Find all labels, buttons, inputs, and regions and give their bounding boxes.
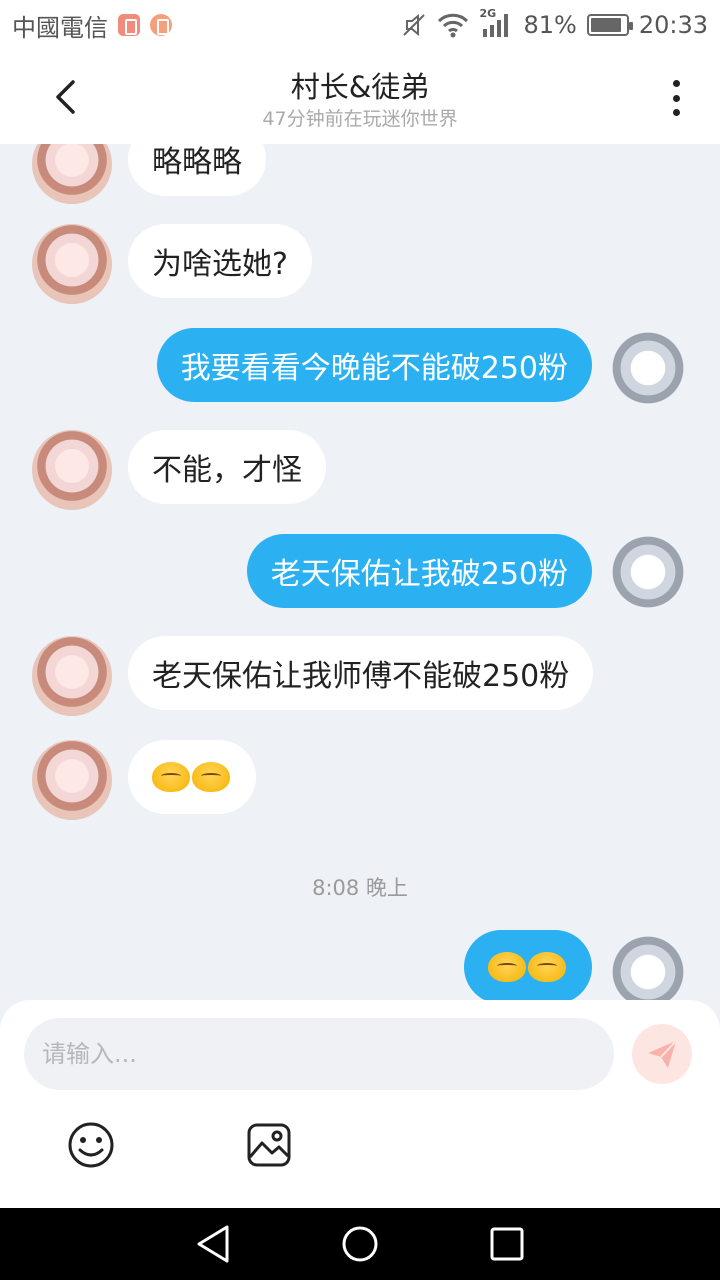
nav-recents-icon [490, 1227, 524, 1261]
message-input[interactable] [24, 1018, 614, 1090]
system-nav-bar [0, 1208, 720, 1280]
status-bar: 中國電信 2G 81% 20:33 [0, 0, 720, 50]
more-dot [672, 94, 680, 102]
send-button[interactable] [632, 1024, 692, 1084]
network-type: 2G [479, 7, 497, 20]
image-button[interactable] [246, 1122, 292, 1168]
contact-avatar[interactable] [32, 430, 112, 510]
message-bubble-received [128, 740, 256, 814]
nav-back-icon [197, 1225, 229, 1263]
battery-icon [586, 14, 633, 36]
pray-emoji-icon [192, 762, 230, 792]
notification-icon [118, 14, 140, 36]
angry-emoji-icon [528, 952, 566, 982]
contact-avatar[interactable] [32, 740, 112, 820]
status-left: 中國電信 [12, 8, 172, 43]
message-bubble-sent: 我要看看今晚能不能破250粉 [156, 328, 592, 402]
message-bubble-received: 不能，才怪 [128, 430, 326, 504]
message-bubble-received: 为啥选她? [128, 224, 312, 298]
more-options-button[interactable] [658, 76, 694, 120]
user-avatar[interactable] [608, 932, 688, 1004]
carrier-name: 中國電信 [12, 13, 108, 42]
message-bubble-received: 略略略 [128, 144, 266, 196]
message-bubble-received: 老天保佑让我师傅不能破250粉 [128, 636, 594, 710]
mute-icon [403, 13, 426, 37]
message-bubble-sent: 老天保佑让我破250粉 [246, 534, 592, 608]
user-avatar[interactable] [608, 328, 688, 408]
more-vertical-icon [672, 80, 680, 87]
contact-avatar[interactable] [32, 224, 112, 304]
nav-recents-button[interactable] [483, 1220, 531, 1268]
contact-avatar[interactable] [32, 144, 112, 204]
image-icon [247, 1123, 291, 1167]
status-right: 2G 81% 20:33 [401, 7, 708, 39]
signal-icon: 2G [479, 7, 513, 39]
more-dot [672, 109, 680, 116]
contact-avatar[interactable] [32, 636, 112, 716]
message-timestamp: 8:08 晚上 [312, 876, 408, 900]
user-avatar[interactable] [608, 532, 688, 612]
chat-title: 村长&徒弟 [290, 70, 430, 104]
message-list[interactable]: 略略略 为啥选她? 我要看看今晚能不能破250粉 不能，才怪 老天保佑让我破25… [0, 144, 720, 1004]
clock: 20:33 [638, 11, 708, 39]
battery-percent: 81% [523, 11, 577, 39]
smiley-icon [68, 1122, 114, 1168]
angry-emoji-icon [488, 952, 526, 982]
send-icon [648, 1040, 677, 1068]
message-composer [0, 1000, 720, 1208]
message-bubble-sent [464, 930, 592, 1004]
wifi-icon [438, 13, 469, 38]
pray-emoji-icon [152, 762, 190, 792]
chat-header: 村长&徒弟 47分钟前在玩迷你世界 [0, 50, 720, 144]
emoji-button[interactable] [66, 1120, 116, 1170]
notification-icon [150, 14, 172, 36]
chat-subtitle: 47分钟前在玩迷你世界 [262, 108, 458, 130]
nav-home-icon [342, 1226, 378, 1262]
nav-home-button[interactable] [336, 1220, 384, 1268]
nav-back-button[interactable] [189, 1220, 237, 1268]
